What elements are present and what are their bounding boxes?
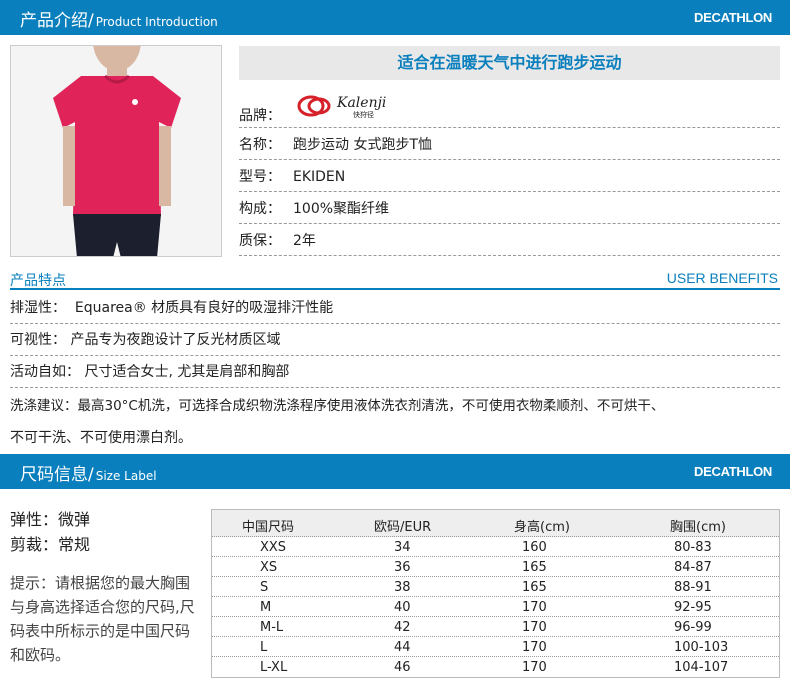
table-row: M-L 42 170 96-99 [212, 617, 779, 637]
feature-moisture: 排湿性： Equarea® 材质具有良好的吸湿排汗性能 [10, 292, 780, 324]
table-row: XS 36 165 84-87 [212, 557, 779, 577]
size-title: 尺码信息/Size Label [20, 465, 157, 485]
kalenji-logo-text: Kalenji [336, 95, 386, 111]
decathlon-logo: DECATHLON [694, 464, 772, 479]
elasticity-label: 弹性：微弹 [10, 510, 91, 529]
size-table: 中国尺码 欧码/EUR 身高(cm) 胸围(cm) XXS 34 160 80-83 … [211, 509, 780, 678]
size-banner: 尺码信息/Size Label DECATHLON [0, 454, 790, 489]
kalenji-logo: Kalenji 快狩径 [297, 93, 417, 132]
features-header: 产品特点 USER BENEFITS [10, 270, 780, 290]
info-row-model: 型号： EKIDEN [239, 160, 780, 192]
kalenji-logo-cn: 快狩径 [353, 110, 374, 119]
table-row: M 40 170 92-95 [212, 597, 779, 617]
info-row-material: 构成： 100%聚酯纤维 [239, 192, 780, 224]
decathlon-logo: DECATHLON [694, 10, 772, 25]
table-header: 中国尺码 欧码/EUR 身高(cm) 胸围(cm) [212, 510, 779, 537]
intro-title: 产品介绍/Product Introduction [20, 11, 218, 31]
table-row: S 38 165 88-91 [212, 577, 779, 597]
table-row: L 44 170 100-103 [212, 637, 779, 657]
info-row-warranty: 质保： 2年 [239, 224, 780, 256]
intro-banner: 产品介绍/Product Introduction DECATHLON [0, 0, 790, 35]
info-row-name: 名称： 跑步运动 女式跑步T恤 [239, 128, 780, 160]
tshirt-model-image [11, 46, 221, 256]
table-row: L-XL 46 170 104-107 [260, 660, 729, 675]
feature-mobility: 活动自如： 尺寸适合女士, 尤其是肩部和胸部 [10, 356, 780, 388]
product-slogan: 适合在温暖天气中进行跑步运动 [239, 46, 780, 80]
cut-label: 剪裁：常规 [10, 535, 91, 554]
size-tip: 提示：请根据您的最大胸围与身高选择适合您的尺码,尺码表中所标示的是中国尺码和欧码… [10, 574, 195, 664]
feature-washing-continued: 不可干洗、不可使用漂白剂。 [10, 430, 192, 446]
feature-visibility: 可视性： 产品专为夜跑设计了反光材质区域 [10, 324, 780, 356]
info-row-brand: 品牌： Kalenji 快狩径 [239, 95, 780, 128]
product-photo [10, 45, 222, 257]
table-row: XXS 34 160 80-83 [212, 537, 779, 557]
feature-washing: 洗涤建议：最高30°C机洗，可选择合成织物洗涤程序使用液体洗衣剂清洗，不可使用衣… [10, 398, 665, 414]
